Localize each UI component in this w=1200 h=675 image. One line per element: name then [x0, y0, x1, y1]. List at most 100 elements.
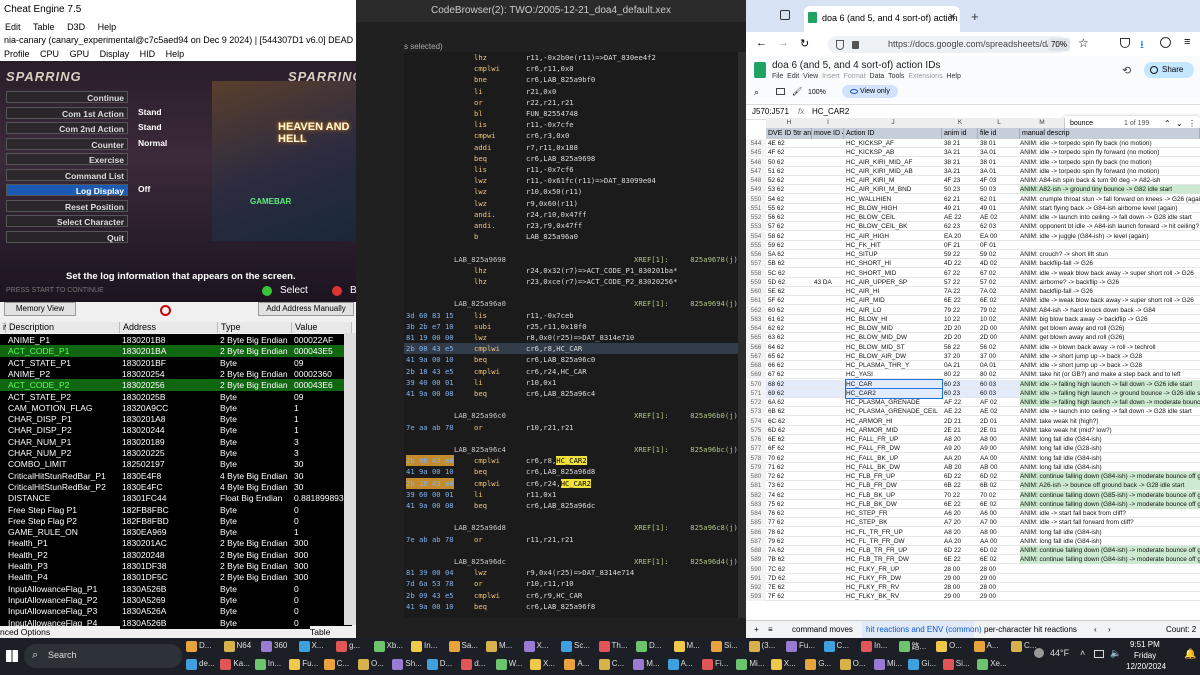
row-number[interactable]: 546 — [746, 157, 766, 167]
cell-description[interactable]: ANIM: idle -> falling high launch -> fal… — [1020, 398, 1200, 407]
row-number[interactable]: 554 — [746, 231, 766, 241]
cell-anim-id[interactable]: 4F 23 — [944, 176, 978, 185]
cell-file-id[interactable]: 57 02 — [980, 278, 1020, 287]
ghidra-line[interactable]: lis r11,-0x7cfe — [404, 119, 738, 130]
row-number[interactable]: 569 — [746, 370, 766, 380]
ghidra-line[interactable]: lwz r9,0x60(r11) — [404, 198, 738, 209]
history-icon[interactable]: ⟲ — [1122, 64, 1131, 77]
print-icon[interactable] — [776, 88, 785, 95]
table-row[interactable]: 553 57 62 HC_BLOW_CEIL_BK 62 23 62 03 ANIM: o… — [746, 222, 1200, 232]
close-tab-icon[interactable]: ✕ — [948, 12, 956, 23]
taskbar-app-icon[interactable] — [336, 641, 347, 652]
cell-description[interactable]: ANIM: continue falling down (G85-ish) ->… — [1020, 490, 1200, 500]
taskbar-app-label[interactable]: Gi... — [921, 659, 936, 668]
taskbar-app-label[interactable]: A... — [987, 641, 999, 650]
ghidra-line[interactable]: 39 40 00 01 li r10,0x1 — [404, 377, 738, 388]
row-number[interactable]: 579 — [746, 462, 766, 472]
taskbar-app-icon[interactable] — [461, 659, 473, 670]
weather-temp[interactable]: 44°F — [1050, 648, 1069, 658]
taskbar-app-icon[interactable] — [261, 641, 272, 652]
ghidra-line[interactable]: 2b 18 43 e5 cmplwi cr6,r24,HC_CAR — [404, 366, 738, 377]
table-row[interactable]: 567 65 62 HC_BLOW_AIR_DW 37 20 37 00 ANIM: id… — [746, 351, 1200, 361]
cell-file-id[interactable]: 60 03 — [980, 389, 1020, 398]
weather-icon[interactable] — [1034, 648, 1044, 658]
cell-description[interactable]: ANIM: continue falling down (G84-ish) ->… — [1020, 499, 1200, 509]
cell-anim-id[interactable]: AA 20 — [944, 454, 978, 463]
cell-description[interactable]: ANIM: take weak hit (mid? low?) — [1020, 426, 1200, 435]
cell-anim-id[interactable]: 29 00 — [944, 592, 978, 601]
ghidra-line[interactable]: 41 9a 00 10 beq cr6,LAB_825a96c0 — [404, 354, 738, 365]
cell-action-id[interactable]: HC_FLKY_FR_UP — [846, 565, 942, 574]
cell-action-id[interactable]: HC_FLB_TR_FR_DW — [846, 555, 942, 564]
ce-table-row[interactable]: Free Step Flag P1 182FB8FBC Byte 0 — [0, 503, 352, 516]
row-number[interactable]: 551 — [746, 203, 766, 213]
cell-dve-id[interactable]: 7A 62 — [768, 546, 812, 555]
download-icon[interactable]: ⭳ — [1140, 36, 1144, 55]
taskbar-app-label[interactable]: C... — [337, 659, 349, 668]
taskbar-app-label[interactable]: D... — [199, 641, 211, 650]
sparring-option[interactable]: Log Display — [6, 184, 128, 196]
ce-table-row[interactable]: ANIME_P1 1830201B8 2 Byte Big Endian 000022… — [0, 334, 352, 346]
notification-bell-icon[interactable]: 🔔 — [1184, 649, 1196, 660]
cell-dve-id[interactable]: 74 62 — [768, 491, 812, 500]
cell-action-id[interactable]: HC_FALL_FR_DW — [846, 444, 942, 453]
row-number[interactable]: 581 — [746, 481, 766, 491]
cell-file-id[interactable]: A9 00 — [980, 444, 1020, 453]
cell-dve-id[interactable]: 4F 62 — [768, 148, 812, 157]
taskbar-app-label[interactable]: Xe... — [990, 659, 1006, 668]
taskbar-app-label[interactable]: M... — [499, 641, 512, 650]
cell-dve-id[interactable]: 58 62 — [768, 232, 812, 241]
taskbar-app-icon[interactable] — [673, 641, 685, 652]
taskbar-app-label[interactable]: O... — [371, 659, 384, 668]
ghidra-xref[interactable]: XREF[1]: 825a9678(j) — [634, 254, 738, 265]
taskbar-app-label[interactable]: g... — [349, 641, 360, 650]
cell-description[interactable]: ANIM: idle -> juggle (G84-ish) -> level … — [1020, 232, 1200, 241]
cell-dve-id[interactable]: 6A 62 — [768, 398, 812, 407]
ghidra-line[interactable]: or r22,r21,r21 — [404, 97, 738, 108]
cell-description[interactable]: ANIM: idle -> weak blow back away -> sup… — [1020, 269, 1200, 278]
ghidra-line[interactable]: 2b 09 43 e5 cmplwi cr6,r9,HC_CAR — [404, 590, 738, 601]
cell-action-id[interactable]: HC_FLKY_BK_RV — [846, 592, 942, 601]
taskbar-app-icon[interactable] — [223, 641, 235, 652]
cell-description[interactable]: ANIM: idle -> falling high launch -> fal… — [1020, 379, 1200, 389]
taskbar-app-icon[interactable] — [636, 641, 647, 652]
table-row[interactable]: 585 77 62 HC_STEP_BK A7 20 A7 00 ANIM: idle -… — [746, 518, 1200, 528]
taskbar-app-icon[interactable] — [973, 641, 985, 652]
taskbar-app-label[interactable]: M... — [687, 641, 700, 650]
cell-action-id[interactable]: HC_FLKY_FR_DW — [846, 574, 942, 583]
cell-file-id[interactable]: 70 02 — [980, 491, 1020, 500]
ghidra-line[interactable]: 3b 2b e7 10 subi r25,r11,0x18f0 — [404, 321, 738, 332]
table-row[interactable]: 579 71 62 HC_FALL_BK_DW AB 20 AB 00 ANIM: lon… — [746, 462, 1200, 472]
cell-description[interactable]: ANIM: big blow back away -> backflip -> … — [1020, 315, 1200, 324]
cell-description[interactable]: ANIM: take hit (or GB?) and make a step … — [1020, 370, 1200, 379]
table-row[interactable]: 580 72 62 HC_FLB_FR_UP 6D 22 6D 02 ANIM: cont… — [746, 472, 1200, 481]
table-row[interactable]: 563 61 62 HC_BLOW_HI 10 22 10 02 ANIM: big bl… — [746, 314, 1200, 324]
new-tab-icon[interactable]: + — [971, 9, 979, 24]
cell-dve-id[interactable]: 63 62 — [768, 333, 812, 342]
cell-anim-id[interactable]: 60 23 — [944, 380, 978, 389]
cell-file-id[interactable]: 4D 02 — [980, 259, 1020, 268]
zoom-badge[interactable]: 70% — [1048, 38, 1070, 51]
search-menus-icon[interactable]: ⌕ — [754, 87, 759, 98]
cell-description[interactable]: ANIM: long fall idle (G84-ish) — [1020, 435, 1200, 444]
cell-description[interactable]: ANIM: airborne? -> backflip -> G26 — [1020, 278, 1200, 287]
table-row[interactable]: 573 6B 62 HC_PLASMA_GRENADE_CEIL AE 22 AE 02… — [746, 407, 1200, 417]
cell-anim-id[interactable]: 28 00 — [944, 583, 978, 592]
sparring-option[interactable]: Continue — [6, 91, 128, 103]
row-number[interactable]: 586 — [746, 527, 766, 537]
ghidra-xref[interactable]: XREF[1]: 825a96d4(j) — [634, 556, 738, 567]
table-row[interactable]: 544 4E 62 HC_KICKSP_AF 38 21 38 01 ANIM: idle… — [746, 139, 1200, 148]
network-icon[interactable] — [1094, 650, 1104, 658]
find-down-icon[interactable]: ⌄ — [1176, 119, 1183, 128]
taskbar-app-label[interactable]: C... — [837, 641, 849, 650]
sheets-menu-help[interactable]: Help — [946, 73, 960, 80]
cell-file-id[interactable]: 2D 00 — [980, 333, 1020, 342]
cell-dve-id[interactable]: 4E 62 — [768, 139, 812, 148]
cell-description[interactable]: ANIM: get blown away and roll (G26) — [1020, 324, 1200, 333]
sheets-menu-tools[interactable]: Tools — [888, 73, 904, 80]
sheets-menu-extensions[interactable]: Extensions — [908, 73, 942, 80]
cell-action-id[interactable]: HC_FK_HIT — [846, 241, 942, 250]
sparring-option[interactable]: Command List — [6, 168, 128, 181]
cell-file-id[interactable]: 0F 01 — [980, 241, 1020, 250]
cell-anim-id[interactable]: 6E 22 — [944, 500, 978, 509]
